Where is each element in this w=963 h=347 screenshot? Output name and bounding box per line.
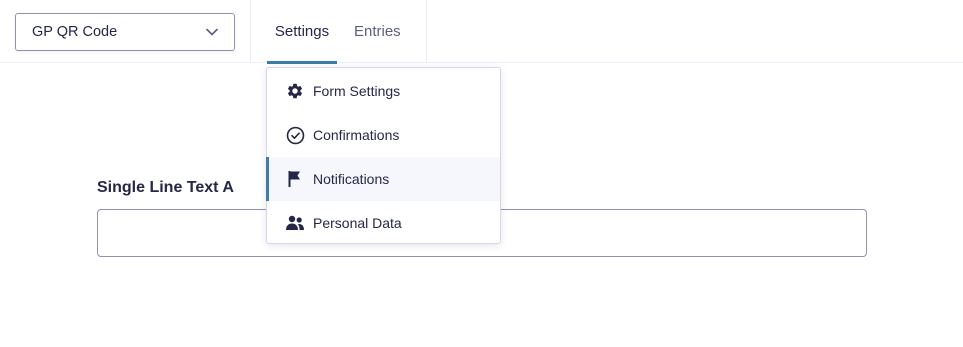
- tab-entries[interactable]: Entries: [354, 0, 401, 63]
- form-selector-value: GP QR Code: [32, 24, 118, 40]
- chevron-down-icon: [206, 25, 220, 39]
- menu-item-confirmations[interactable]: Confirmations: [267, 113, 500, 157]
- top-bar: GP QR Code Settings Entries: [0, 0, 963, 64]
- menu-item-label: Form Settings: [313, 83, 401, 99]
- tab-settings[interactable]: Settings: [267, 0, 337, 64]
- active-tab-indicator: [267, 61, 337, 64]
- check-circle-icon: [285, 125, 305, 145]
- settings-dropdown-menu: Form Settings Confirmations Notification…: [266, 67, 501, 244]
- divider: [426, 0, 427, 63]
- divider: [250, 0, 251, 63]
- tab-entries-label: Entries: [354, 23, 401, 40]
- form-selector-dropdown[interactable]: GP QR Code: [15, 13, 235, 51]
- tab-settings-label: Settings: [274, 23, 330, 40]
- menu-item-label: Personal Data: [313, 215, 402, 231]
- menu-item-notifications[interactable]: Notifications: [266, 157, 500, 201]
- menu-item-personal-data[interactable]: Personal Data: [267, 201, 500, 245]
- flag-icon: [285, 169, 305, 189]
- menu-item-form-settings[interactable]: Form Settings: [267, 69, 500, 113]
- users-icon: [285, 213, 305, 233]
- menu-item-label: Confirmations: [313, 127, 400, 143]
- field-label: Single Line Text A: [97, 179, 234, 196]
- menu-item-label: Notifications: [313, 171, 390, 187]
- gear-icon: [285, 81, 305, 101]
